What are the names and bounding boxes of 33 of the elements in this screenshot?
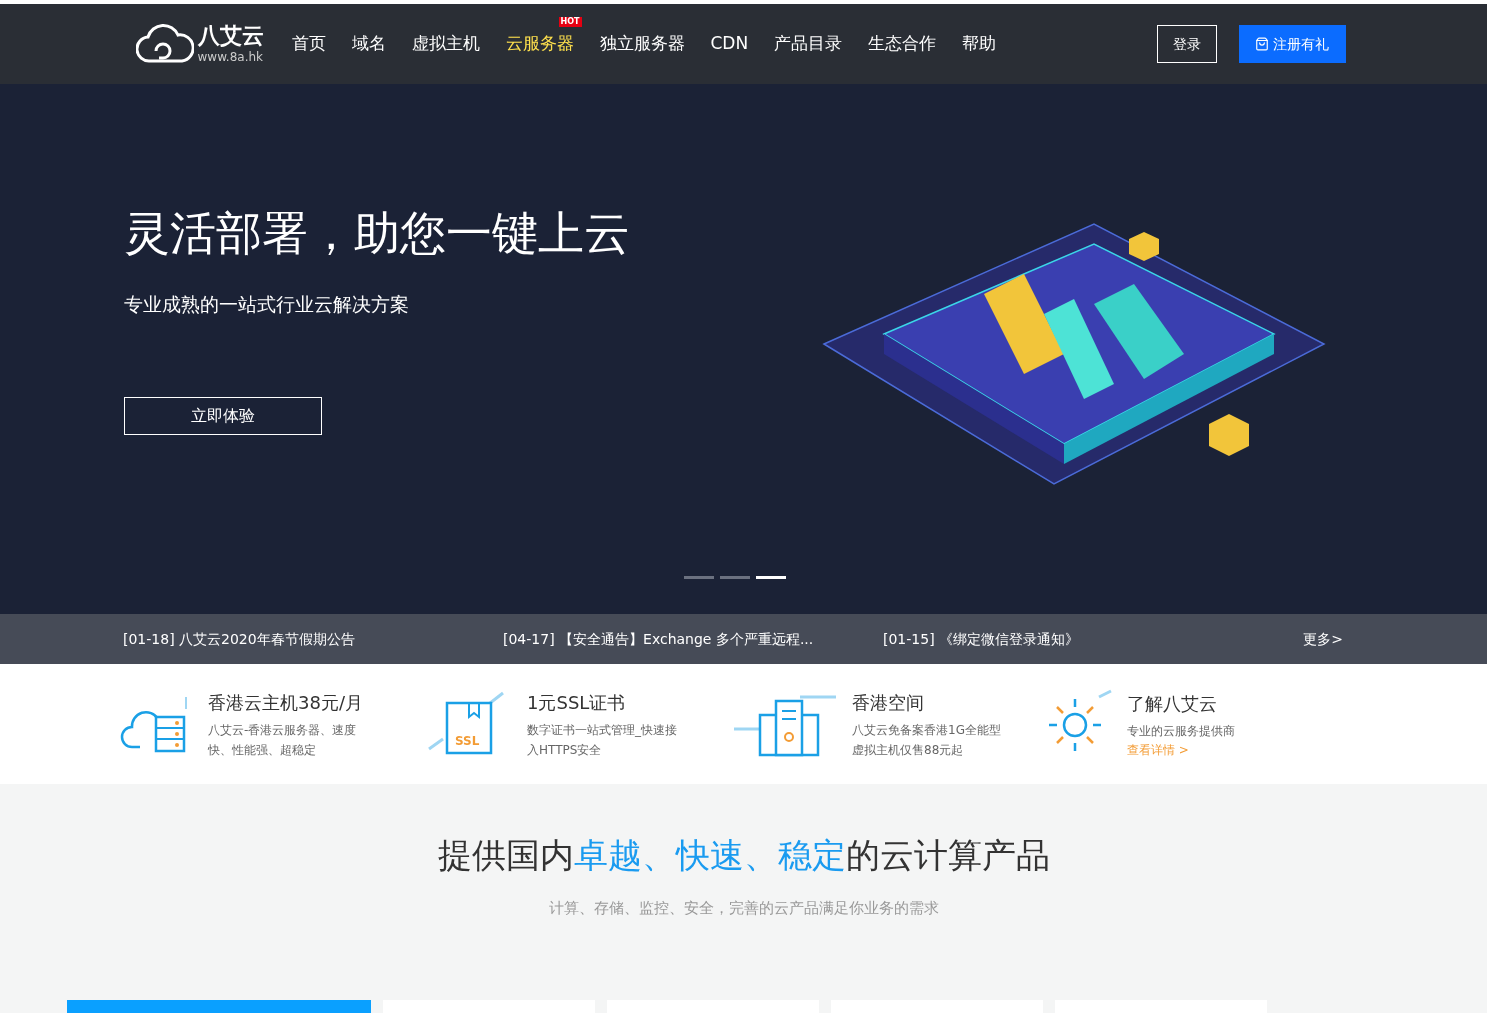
feature-description: 数字证书一站式管理_快速接入HTTPS安全 (527, 721, 678, 759)
hero-subtitle: 专业成熟的一站式行业云解决方案 (123, 292, 410, 317)
feature-description: 专业的云服务提供商 (1127, 722, 1236, 740)
nav-link[interactable]: 产品目录 (774, 33, 843, 54)
feature-title[interactable]: 了解八艾云 (1127, 689, 1287, 717)
feature-description: 八艾云免备案香港1G全能型虚拟主机仅售88元起 (852, 721, 1002, 759)
hero-title: 灵活部署，助您一键上云 (123, 210, 631, 256)
feature-title[interactable]: 香港云主机38元/月 (208, 688, 368, 716)
section-subtitle: 计算、存储、监控、安全，完善的云产品满足你业务的需求 (548, 898, 939, 919)
nav-link[interactable]: 虚拟主机 (411, 33, 480, 54)
bag-icon (1255, 37, 1269, 51)
nav-link[interactable]: CDN (710, 33, 749, 54)
logo-name: 八艾云 (197, 25, 264, 47)
news-link[interactable]: [01-15] 《绑定微信登录通知》 (883, 628, 1263, 650)
hot-badge: HOT (558, 17, 582, 28)
cloud-logo-icon (135, 23, 194, 65)
nav-link[interactable]: 首页 (291, 33, 326, 54)
feature-title[interactable]: 1元SSL证书 (527, 688, 687, 716)
nav-link[interactable]: 帮助 (962, 33, 997, 54)
feature-description: 八艾云-香港云服务器、速度快、性能强、超稳定 (208, 721, 358, 759)
more-link[interactable]: 更多> (1303, 628, 1343, 650)
nav-link[interactable]: 独立服务器 (599, 33, 685, 54)
nav-link[interactable]: 生态合作 (868, 33, 937, 54)
nav-link[interactable]: 云服务器 (505, 33, 574, 54)
news-link[interactable]: [01-18] 八艾云2020年春节假期公告 (123, 628, 503, 650)
login-button[interactable]: 登录 (1156, 25, 1217, 63)
logo-url: www.8a.hk (197, 51, 264, 63)
nav-link[interactable]: 域名 (351, 33, 386, 54)
section-heading: 提供国内卓越、快速、稳定的云计算产品 (437, 834, 1050, 877)
try-now-button[interactable]: 立即体验 (123, 396, 322, 435)
feature-title[interactable]: 香港空间 (852, 688, 1012, 716)
news-link[interactable]: [04-17] 【安全通告】Exchange 多个严重远程... (503, 628, 883, 650)
register-button[interactable]: 注册有礼 (1238, 25, 1346, 63)
